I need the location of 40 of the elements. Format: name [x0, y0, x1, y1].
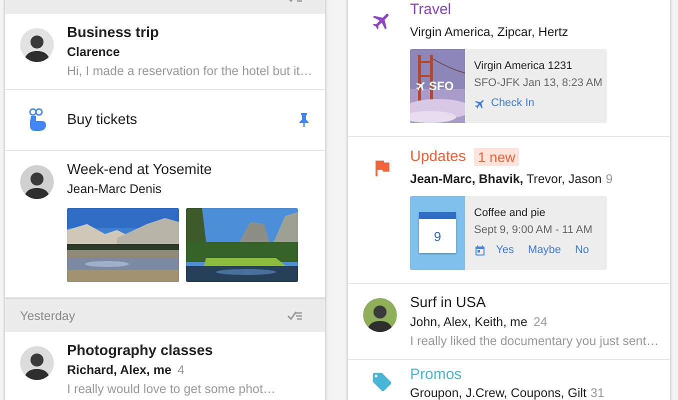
card-detail: SFO-JFK Jan 13, 8:23 AM: [474, 76, 602, 91]
thread-subject: Surf in USA: [410, 294, 487, 313]
calendar-icon: [474, 244, 486, 256]
card-title: Virgin America 1231: [474, 59, 574, 74]
avatar-icon: [20, 165, 54, 199]
new-badge: 1 new: [474, 148, 520, 166]
thread-snippet: Hi, I made a reservation for the hotel but it…: [67, 63, 309, 80]
bundle-title: Promos: [410, 366, 462, 383]
plane-icon: [415, 80, 427, 92]
avatar-icon: [20, 28, 54, 62]
message-count: 4: [177, 363, 184, 377]
card-action-link[interactable]: Yes: [496, 242, 514, 259]
message-count: 31: [590, 386, 604, 400]
card-detail: Sept 9, 9:00 AM - 11 AM: [474, 223, 592, 238]
thread-senders: Clarence: [67, 45, 120, 59]
thread-senders: Jean-Marc Denis: [67, 182, 162, 196]
avatar-icon: [20, 346, 54, 380]
bundle-title: Travel: [410, 1, 452, 18]
thread-senders: Richard, Alex, me: [67, 363, 172, 377]
thread-snippet: I really would love to get some phot…: [67, 381, 276, 398]
thread-senders: John, Alex, Keith, me: [410, 315, 528, 329]
card-action-link[interactable]: No: [574, 242, 590, 259]
calendar-day: 9: [434, 228, 442, 244]
thread-subject: Business trip: [67, 24, 160, 43]
section-title: Yesterday: [20, 308, 76, 322]
avatar-icon: [363, 298, 397, 332]
card-action-link[interactable]: Maybe: [528, 242, 561, 259]
thread-subject: Photography classes: [67, 342, 214, 361]
bundle-senders: Groupon, J.Crew, Coupons, Gilt: [410, 386, 586, 400]
bundle-senders: Jean-Marc, Bhavik, Trevor, Jason: [410, 172, 602, 186]
message-count: 9: [606, 172, 613, 186]
plane-icon: [474, 98, 486, 110]
reminder-text: Buy tickets: [67, 112, 138, 128]
done-all-icon: [287, 310, 303, 322]
bundle-senders: Virgin America, Zipcar, Hertz: [410, 25, 568, 39]
bundle-title: Updates: [410, 148, 466, 165]
card-action-link[interactable]: Check In: [474, 95, 534, 112]
card-title: Coffee and pie: [474, 206, 546, 221]
message-count: 24: [533, 315, 548, 329]
thread-subject: Week-end at Yosemite: [67, 161, 213, 180]
